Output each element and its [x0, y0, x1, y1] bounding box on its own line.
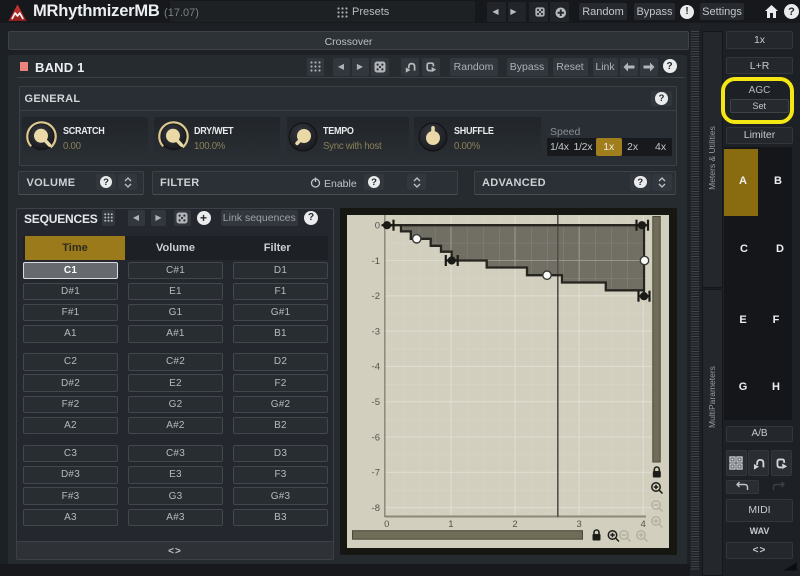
svg-text:-8: -8 [372, 503, 380, 514]
svg-text:-6: -6 [372, 432, 380, 443]
svg-text:-2: -2 [372, 291, 380, 302]
svg-text:-5: -5 [372, 397, 380, 408]
svg-text:-1: -1 [372, 256, 380, 267]
svg-text:-3: -3 [372, 326, 380, 337]
svg-text:1: 1 [448, 519, 453, 530]
svg-text:0: 0 [375, 221, 380, 232]
svg-text:4: 4 [641, 519, 646, 530]
svg-text:0: 0 [384, 519, 389, 530]
svg-text:2: 2 [512, 519, 517, 530]
svg-text:-7: -7 [372, 468, 380, 479]
svg-text:3: 3 [576, 519, 581, 530]
svg-text:-4: -4 [372, 362, 380, 373]
